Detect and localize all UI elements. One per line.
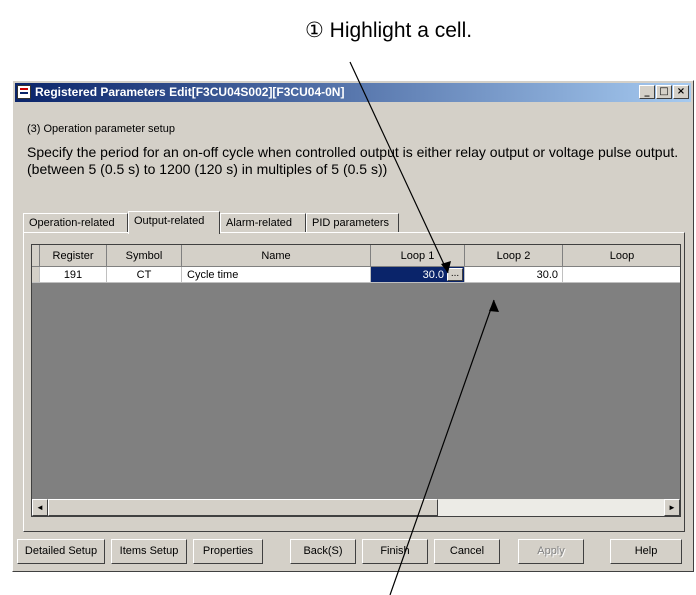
column-header-loop1[interactable]: Loop 1 — [371, 245, 465, 267]
tab-pid-parameters[interactable]: PID parameters — [306, 213, 399, 233]
section-title: (3) Operation parameter setup — [27, 123, 175, 135]
window-app-icon — [17, 85, 31, 99]
column-header-register[interactable]: Register — [40, 245, 107, 267]
close-button[interactable]: × — [673, 85, 689, 99]
cell-name[interactable]: Cycle time — [182, 267, 371, 283]
detailed-setup-button[interactable]: Detailed Setup — [17, 539, 105, 564]
tab-alarm-related[interactable]: Alarm-related — [220, 213, 306, 233]
window-title: Registered Parameters Edit[F3CU04S002][F… — [35, 85, 345, 99]
items-setup-button[interactable]: Items Setup — [111, 539, 187, 564]
annotation-callout: ① Highlight a cell. — [305, 19, 473, 42]
column-header-name[interactable]: Name — [182, 245, 371, 267]
parameter-edit-window: Registered Parameters Edit[F3CU04S002][F… — [12, 80, 694, 572]
row-header[interactable] — [32, 267, 40, 283]
minimize-button[interactable]: _ — [639, 85, 655, 99]
back-button[interactable]: Back(S) — [290, 539, 356, 564]
title-bar[interactable]: Registered Parameters Edit[F3CU04S002][F… — [15, 83, 691, 102]
finish-button[interactable]: Finish — [362, 539, 428, 564]
ellipsis-button[interactable]: ... — [447, 268, 463, 281]
cell-loop1-value: 30.0 — [422, 269, 444, 281]
cell-loop3[interactable] — [563, 267, 680, 283]
row-header-corner — [32, 245, 40, 267]
cell-loop1-selected[interactable]: 30.0 ... — [371, 267, 465, 283]
apply-button: Apply — [518, 539, 584, 564]
scroll-left-icon[interactable]: ◄ — [32, 499, 48, 516]
column-header-symbol[interactable]: Symbol — [107, 245, 182, 267]
properties-button[interactable]: Properties — [193, 539, 263, 564]
parameter-description: Specify the period for an on-off cycle w… — [27, 144, 679, 177]
tab-operation-related[interactable]: Operation-related — [23, 213, 128, 233]
cancel-button[interactable]: Cancel — [434, 539, 500, 564]
parameter-grid: Register Symbol Name Loop 1 Loop 2 Loop … — [31, 244, 681, 517]
cell-loop2[interactable]: 30.0 — [465, 267, 563, 283]
column-header-loop2[interactable]: Loop 2 — [465, 245, 563, 267]
help-button[interactable]: Help — [610, 539, 682, 564]
horizontal-scrollbar[interactable]: ◄ ► — [32, 499, 680, 516]
window-controls: _ □ × — [638, 85, 689, 100]
scroll-right-icon[interactable]: ► — [664, 499, 680, 516]
tab-output-related[interactable]: Output-related — [128, 211, 220, 234]
maximize-button[interactable]: □ — [656, 85, 672, 99]
cell-symbol[interactable]: CT — [107, 267, 182, 283]
scroll-thumb[interactable] — [48, 499, 438, 516]
cell-register[interactable]: 191 — [40, 267, 107, 283]
column-header-loop3[interactable]: Loop — [563, 245, 680, 267]
